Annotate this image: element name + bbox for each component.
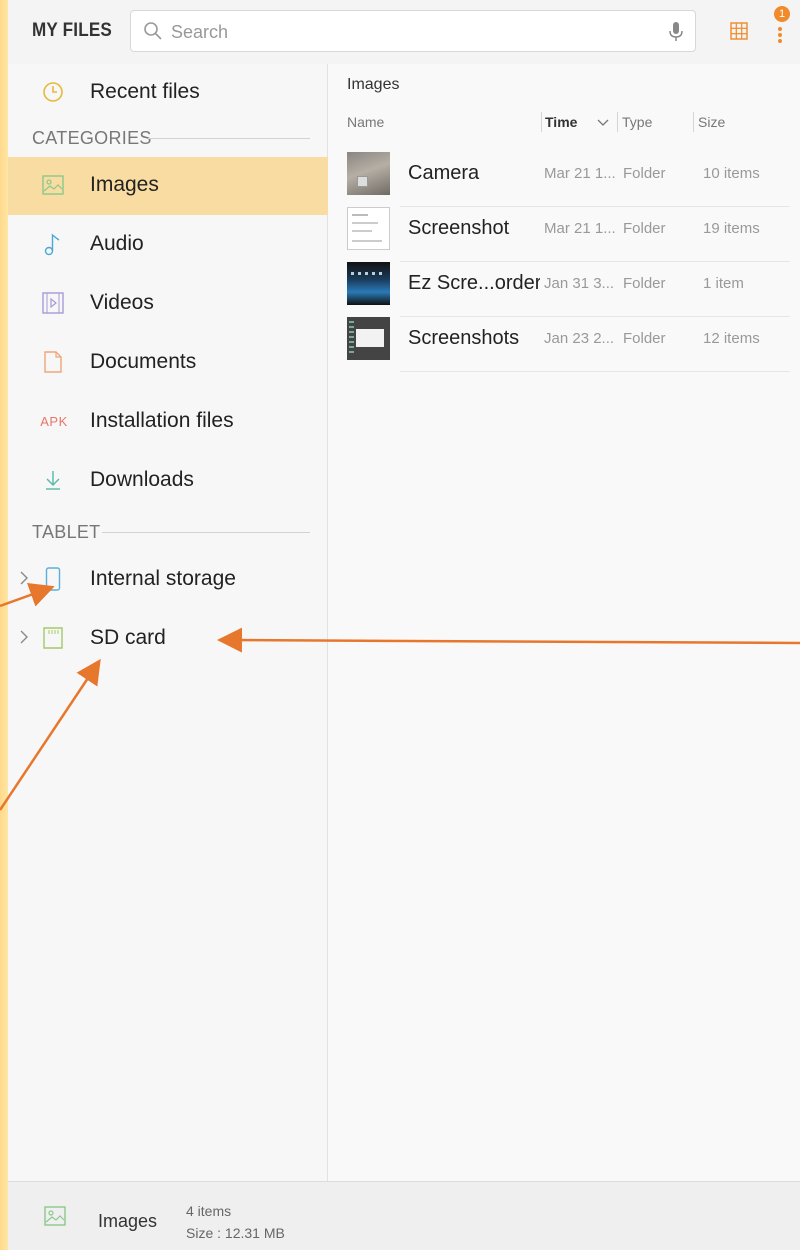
file-type: Folder — [623, 220, 666, 237]
file-name: Ez Scre...order — [408, 272, 540, 294]
thumbnail-detail — [357, 176, 368, 187]
chevron-right-icon[interactable] — [18, 569, 30, 587]
image-icon — [41, 173, 65, 197]
file-name: Camera — [408, 162, 480, 184]
music-note-icon — [41, 232, 65, 256]
column-header-type[interactable]: Type — [622, 114, 652, 130]
file-time: Mar 21 1... — [544, 220, 616, 237]
file-name: Screenshots — [408, 327, 520, 349]
status-footer: Images 4 items Size : 12.31 MB — [8, 1181, 800, 1250]
sidebar-item-recent-files[interactable]: Recent files — [8, 64, 328, 122]
sidebar-item-label: Downloads — [90, 468, 194, 491]
file-size: 10 items — [703, 165, 760, 182]
file-time: Mar 21 1... — [544, 165, 616, 182]
sidebar-item-label: Recent files — [90, 80, 200, 103]
video-icon — [41, 291, 65, 315]
file-row-screenshot[interactable]: Screenshot Mar 21 1... Folder 19 items — [328, 207, 800, 262]
sidebar-item-videos[interactable]: Videos — [8, 275, 328, 333]
row-divider — [400, 371, 790, 372]
file-type: Folder — [623, 275, 666, 292]
folder-thumbnail — [347, 317, 390, 360]
grid-view-icon[interactable] — [730, 22, 748, 40]
top-bar: MY FILES 1 — [8, 0, 800, 65]
sidebar-item-images[interactable]: Images — [8, 157, 328, 215]
sidebar: Recent files CATEGORIES Images Audio Vid… — [8, 64, 328, 1181]
column-header-size[interactable]: Size — [698, 114, 725, 130]
column-divider — [541, 112, 542, 132]
file-size: 1 item — [703, 275, 744, 292]
file-type: Folder — [623, 165, 666, 182]
sidebar-item-label: Documents — [90, 350, 197, 373]
phone-icon — [41, 567, 65, 591]
categories-header: CATEGORIES — [32, 128, 152, 148]
sidebar-item-label: Installation files — [90, 409, 234, 432]
image-icon — [44, 1206, 66, 1226]
search-box[interactable] — [130, 10, 696, 52]
sidebar-item-label: Audio — [90, 232, 144, 255]
file-row-screenshots[interactable]: Screenshots Jan 23 2... Folder 12 items — [328, 317, 800, 372]
clock-icon — [41, 80, 65, 104]
folder-thumbnail — [347, 262, 390, 305]
sidebar-item-documents[interactable]: Documents — [8, 334, 328, 392]
sidebar-item-sd-card[interactable]: SD card — [8, 610, 328, 668]
file-row-ez-screen-recorder[interactable]: Ez Scre...order Jan 31 3... Folder 1 ite… — [328, 262, 800, 317]
sd-card-icon — [41, 626, 65, 650]
sidebar-item-label: Videos — [90, 291, 154, 314]
folder-thumbnail — [347, 152, 390, 195]
search-icon — [144, 22, 162, 40]
tablet-header: TABLET — [32, 522, 101, 542]
apk-icon-text: APK — [40, 413, 68, 429]
app-title: MY FILES — [32, 20, 112, 41]
sidebar-item-audio[interactable]: Audio — [8, 216, 328, 274]
sidebar-item-installation-files[interactable]: APK Installation files — [8, 393, 328, 451]
file-time: Jan 31 3... — [544, 275, 615, 292]
file-size: 12 items — [703, 330, 760, 347]
apk-icon: APK — [38, 409, 70, 433]
file-type: Folder — [623, 330, 666, 347]
column-header-time[interactable]: Time — [545, 114, 577, 130]
notification-badge: 1 — [774, 6, 790, 22]
folder-thumbnail — [347, 207, 390, 250]
tablet-divider — [102, 532, 310, 533]
my-files-app: MY FILES 1 — [8, 0, 800, 1250]
sidebar-item-label: SD card — [90, 626, 166, 649]
footer-total-size: Size : 12.31 MB — [186, 1225, 285, 1241]
categories-divider — [148, 138, 310, 139]
sidebar-item-internal-storage[interactable]: Internal storage — [8, 551, 328, 609]
sidebar-item-label: Internal storage — [90, 567, 236, 590]
microphone-icon[interactable] — [667, 20, 685, 44]
file-size: 19 items — [703, 220, 760, 237]
search-input[interactable] — [169, 19, 653, 45]
file-row-camera[interactable]: Camera Mar 21 1... Folder 10 items — [328, 152, 800, 207]
column-header-name[interactable]: Name — [347, 114, 384, 130]
file-time: Jan 23 2... — [544, 330, 615, 347]
column-divider — [693, 112, 694, 132]
download-icon — [41, 468, 65, 492]
file-name: Screenshot — [408, 217, 510, 239]
document-icon — [41, 350, 65, 374]
sort-descending-icon[interactable] — [596, 118, 610, 128]
sidebar-item-label: Images — [90, 173, 159, 196]
file-list-panel: Images Name Time Type Size Camera Mar 21… — [328, 64, 800, 1181]
footer-folder-label: Images — [98, 1211, 158, 1231]
sidebar-item-downloads[interactable]: Downloads — [8, 452, 328, 510]
column-divider — [617, 112, 618, 132]
chevron-right-icon[interactable] — [18, 628, 30, 646]
footer-item-count: 4 items — [186, 1203, 232, 1219]
breadcrumb: Images — [347, 76, 400, 93]
